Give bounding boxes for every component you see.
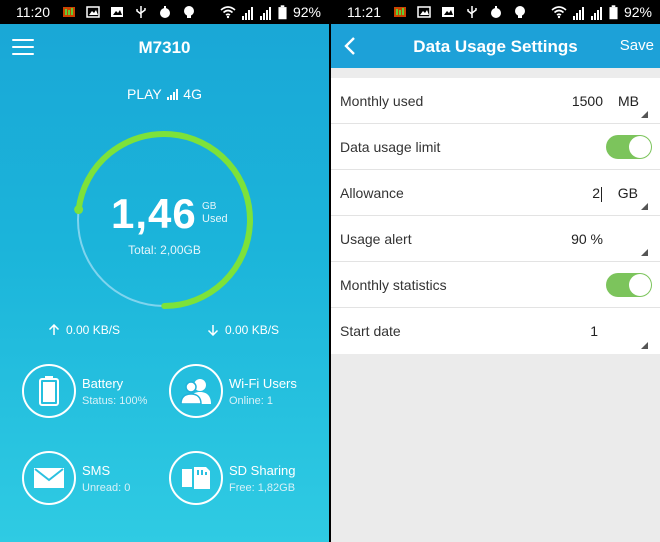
upload-speed: 0.00 KB/S (48, 323, 120, 337)
header-divider (331, 68, 660, 78)
status-bar: 11:20 92% (0, 0, 329, 24)
operator-name: PLAY (127, 86, 162, 102)
alert-dropdown-icon (641, 249, 648, 256)
settings-list: Monthly used 1500 MB Data usage limit Al… (331, 78, 660, 354)
device-name: M7310 (138, 38, 191, 57)
allowance-unit-select[interactable]: GB (618, 185, 638, 201)
app-icon (491, 6, 501, 18)
battery-status-icon (278, 4, 287, 19)
battery-status-icon (609, 4, 618, 19)
monthly-statistics-label: Monthly statistics (340, 277, 447, 293)
home-header: M7310 (0, 24, 329, 72)
signal-icon (572, 4, 585, 20)
network-type: 4G (183, 86, 202, 102)
data-usage-limit-row: Data usage limit (331, 124, 660, 170)
sms-tile[interactable]: SMS Unread: 0 (22, 451, 130, 505)
operator-info: PLAY 4G (0, 86, 329, 102)
sd-sharing-tile[interactable]: SD Sharing Free: 1,82GB (169, 451, 295, 505)
device-home-screen: 11:20 92% M7310 PLAY 4G 1,46 GB Used Tot… (0, 0, 329, 542)
unit-dropdown-icon (641, 111, 648, 118)
gallery-icon (111, 7, 123, 17)
start-date-dropdown-icon (641, 342, 648, 349)
sd-sharing-title: SD Sharing (229, 462, 296, 478)
unit-dropdown-icon (641, 203, 648, 210)
notification-icon (63, 7, 75, 17)
start-date-row: Start date 1 (331, 308, 660, 354)
usage-alert-label: Usage alert (340, 231, 412, 247)
text-cursor (601, 186, 602, 202)
allowance-value: 2 (592, 185, 600, 201)
wifi-icon (220, 6, 236, 19)
wifi-users-icon (169, 364, 223, 418)
start-date-select[interactable]: 1 (590, 323, 598, 339)
data-usage-settings-screen: 11:21 92% Data Usage Settings Save Month… (331, 0, 660, 542)
usb-icon (467, 6, 477, 18)
signal-2-icon (590, 4, 603, 20)
upload-arrow-icon (48, 324, 60, 335)
save-button[interactable]: Save (620, 37, 654, 54)
bulb-icon (184, 6, 194, 18)
allowance-label: Allowance (340, 185, 404, 201)
notification-icon (394, 7, 406, 17)
usage-alert-row: Usage alert 90 % (331, 216, 660, 262)
image-icon (86, 6, 100, 18)
wifi-users-tile[interactable]: Wi-Fi Users Online: 1 (169, 364, 297, 418)
wifi-users-title: Wi-Fi Users (229, 375, 297, 391)
usb-icon (136, 6, 146, 18)
battery-tile[interactable]: Battery Status: 100% (22, 364, 147, 418)
sms-icon (22, 451, 76, 505)
monthly-used-row: Monthly used 1500 MB (331, 78, 660, 124)
battery-status: Status: 100% (82, 394, 148, 407)
battery-percentage: 92% (292, 4, 321, 20)
battery-icon (22, 364, 76, 418)
sd-sharing-free: Free: 1,82GB (229, 481, 296, 494)
allowance-row: Allowance 2 GB (331, 170, 660, 216)
monthly-used-unit-select[interactable]: MB (618, 93, 639, 109)
signal-2-icon (259, 4, 272, 20)
monthly-statistics-toggle[interactable] (606, 273, 652, 297)
usage-unit-gb: GB (202, 201, 217, 212)
usage-unit: GB Used (202, 200, 228, 226)
wifi-users-online: Online: 1 (229, 394, 274, 407)
status-time: 11:21 (347, 4, 381, 20)
signal-icon (241, 4, 254, 20)
upload-speed-value: 0.00 KB/S (66, 323, 121, 337)
download-speed: 0.00 KB/S (207, 323, 279, 337)
wifi-icon (551, 6, 567, 19)
usage-arc-start (74, 205, 84, 215)
gallery-icon (442, 7, 454, 17)
data-usage-limit-toggle[interactable] (606, 135, 652, 159)
download-arrow-icon (207, 325, 219, 336)
app-icon (160, 6, 170, 18)
sms-unread: Unread: 0 (82, 481, 131, 494)
download-speed-value: 0.00 KB/S (225, 323, 280, 337)
monthly-used-label: Monthly used (340, 93, 424, 109)
usage-used-label: Used (202, 213, 228, 225)
status-time: 11:20 (16, 4, 50, 20)
battery-title: Battery (82, 375, 124, 391)
start-date-label: Start date (340, 323, 401, 339)
allowance-input[interactable]: 2 (592, 185, 602, 202)
sms-title: SMS (82, 462, 111, 478)
usage-alert-select[interactable]: 90 % (571, 231, 603, 247)
page-title: Data Usage Settings (413, 37, 578, 56)
signal-strength-icon (167, 89, 179, 100)
settings-header: Data Usage Settings Save (331, 24, 660, 68)
image-icon (417, 6, 431, 18)
monthly-used-input[interactable]: 1500 (572, 93, 603, 109)
data-usage-limit-label: Data usage limit (340, 139, 441, 155)
monthly-statistics-row: Monthly statistics (331, 262, 660, 308)
usage-total: Total: 2,00GB (128, 243, 201, 257)
usage-amount: 1,46 (111, 190, 197, 237)
status-bar: 11:21 92% (331, 0, 660, 24)
bulb-icon (515, 6, 525, 18)
battery-percentage: 92% (623, 4, 652, 20)
sd-card-icon (169, 451, 223, 505)
